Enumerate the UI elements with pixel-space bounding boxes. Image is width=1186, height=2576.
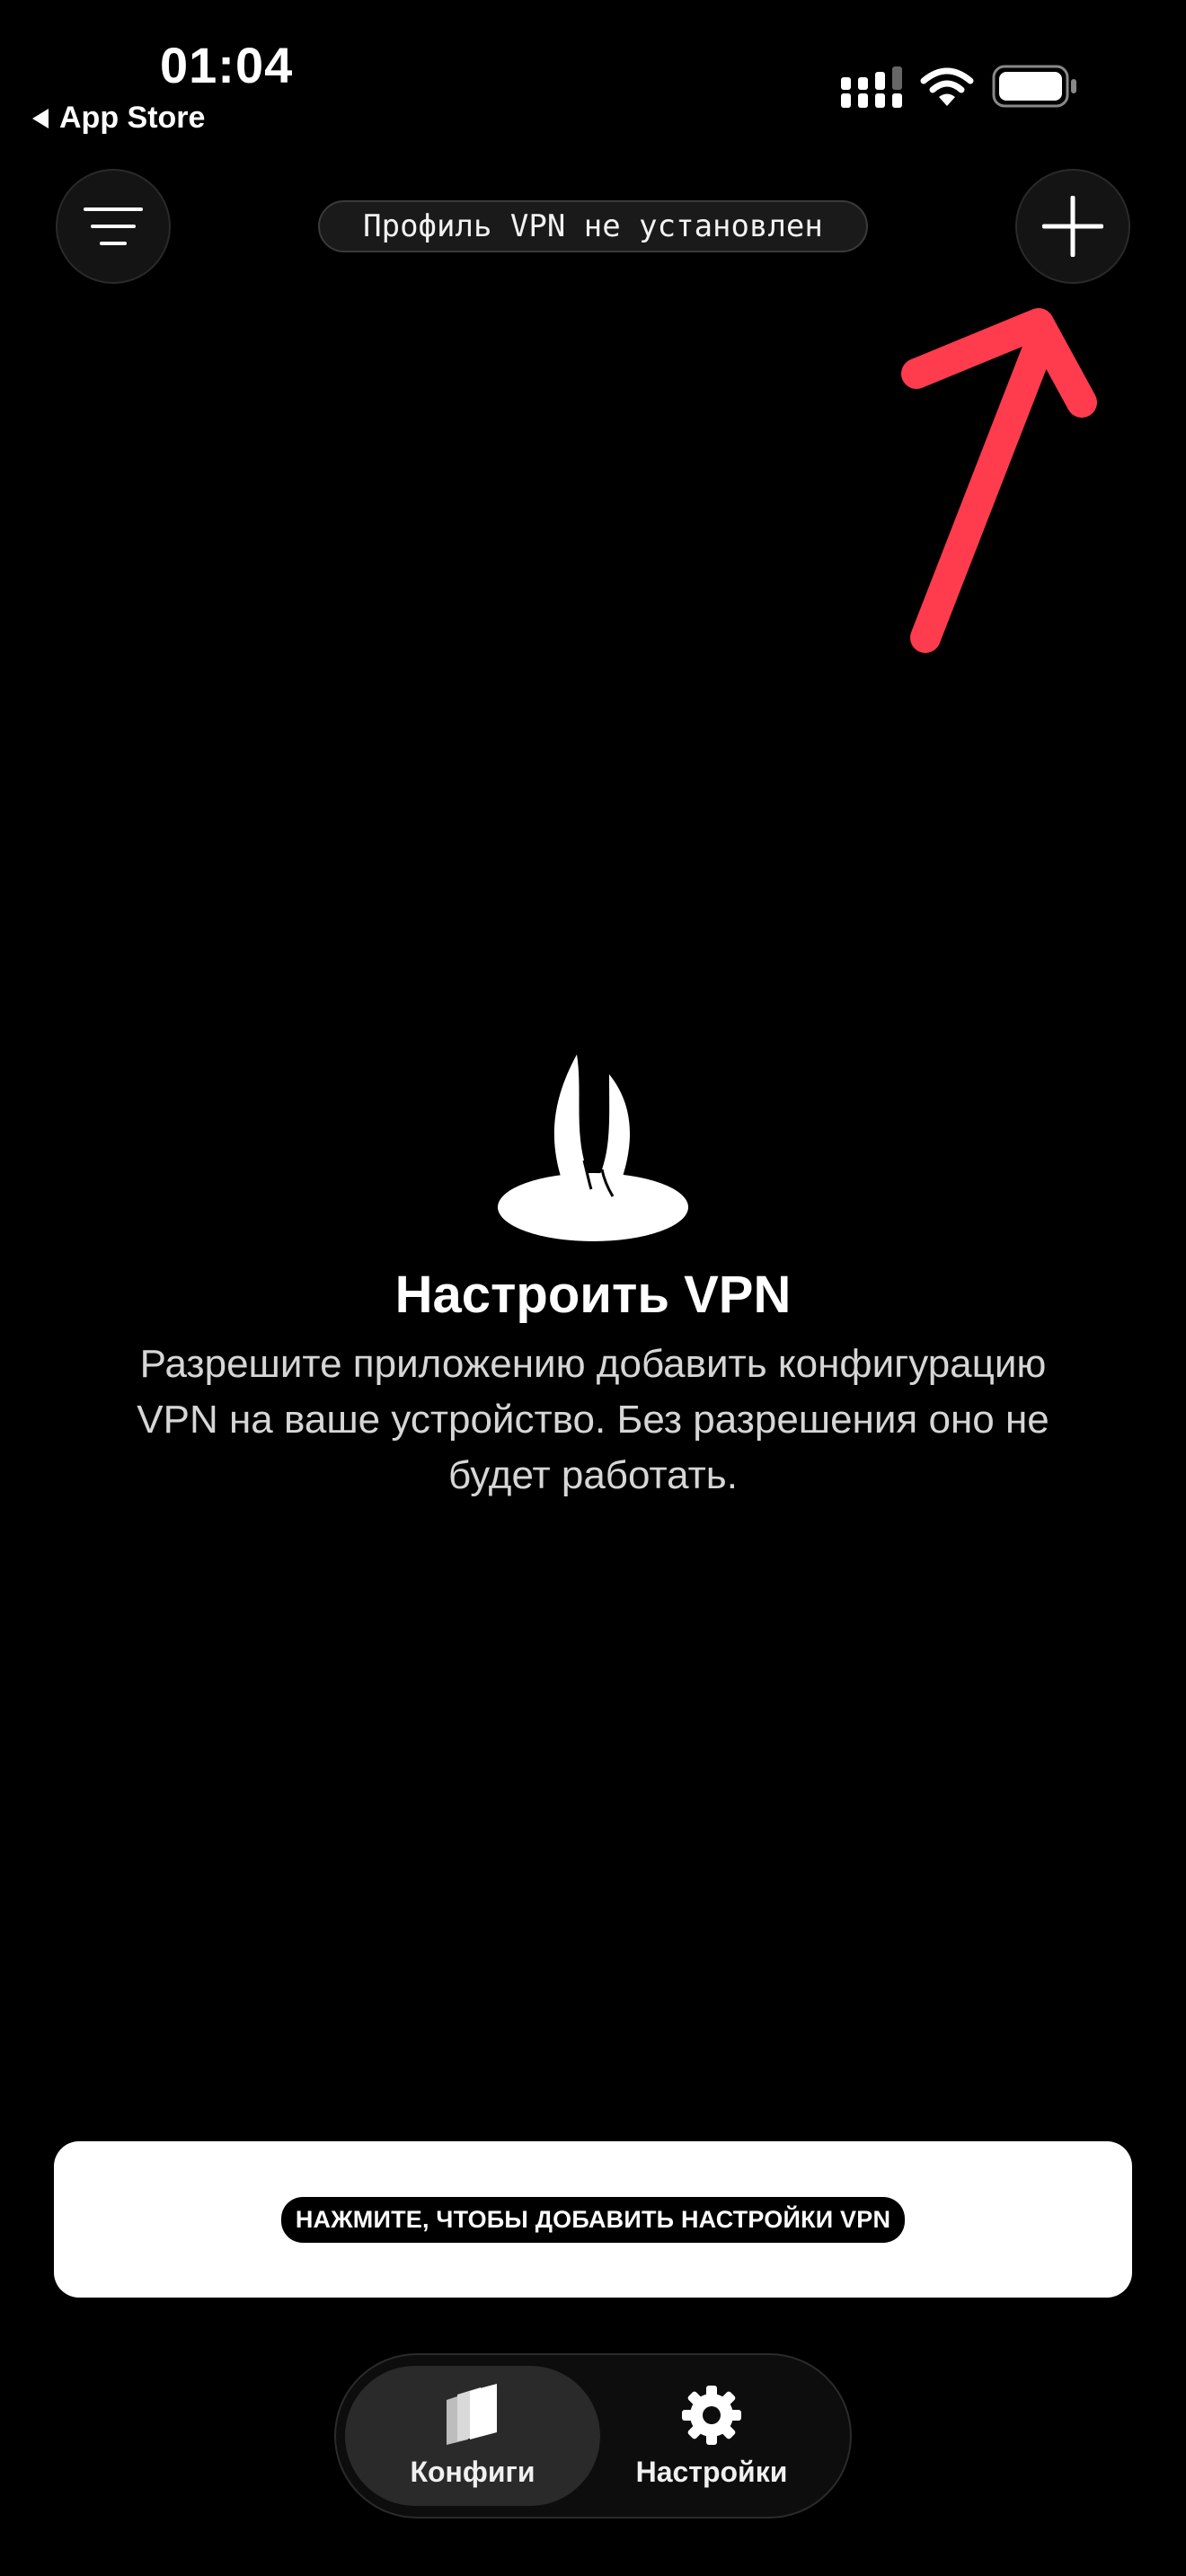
cellular-signal-icon bbox=[841, 66, 902, 108]
status-time: 01:04 bbox=[160, 37, 294, 93]
menu-button[interactable] bbox=[56, 169, 171, 284]
empty-state-title: Настроить VPN bbox=[394, 1266, 792, 1324]
back-label: App Store bbox=[59, 101, 206, 135]
annotation-arrow-icon bbox=[901, 308, 1097, 653]
plus-icon bbox=[1042, 196, 1103, 257]
back-to-app-store[interactable]: App Store bbox=[32, 101, 205, 136]
tab-settings-label: Настройки bbox=[635, 2455, 788, 2488]
add-vpn-settings-label: НАЖМИТЕ, ЧТОБЫ ДОБАВИТЬ НАСТРОЙКИ VPN bbox=[280, 2196, 906, 2243]
configs-stack-icon bbox=[447, 2383, 497, 2445]
vpn-status-pill: Профиль VPN не установлен bbox=[318, 200, 868, 252]
add-vpn-settings-card[interactable]: НАЖМИТЕ, ЧТОБЫ ДОБАВИТЬ НАСТРОЙКИ VPN bbox=[54, 2141, 1132, 2298]
tab-configs-label: Конфиги bbox=[410, 2455, 535, 2488]
tab-settings[interactable]: Настройки bbox=[584, 2366, 839, 2506]
tab-bar: Конфиги Настройки bbox=[334, 2353, 852, 2519]
back-arrow-icon bbox=[32, 108, 49, 128]
rabbit-ears-logo-icon bbox=[498, 1054, 688, 1241]
gear-icon bbox=[682, 2385, 741, 2445]
wifi-icon bbox=[920, 67, 974, 106]
empty-state-description: Разрешите приложению добавить конфигурац… bbox=[137, 1342, 1049, 1497]
battery-icon bbox=[992, 65, 1076, 108]
filter-lines-icon bbox=[84, 207, 143, 245]
tab-configs[interactable]: Конфиги bbox=[345, 2366, 600, 2506]
add-config-button[interactable] bbox=[1015, 169, 1130, 284]
